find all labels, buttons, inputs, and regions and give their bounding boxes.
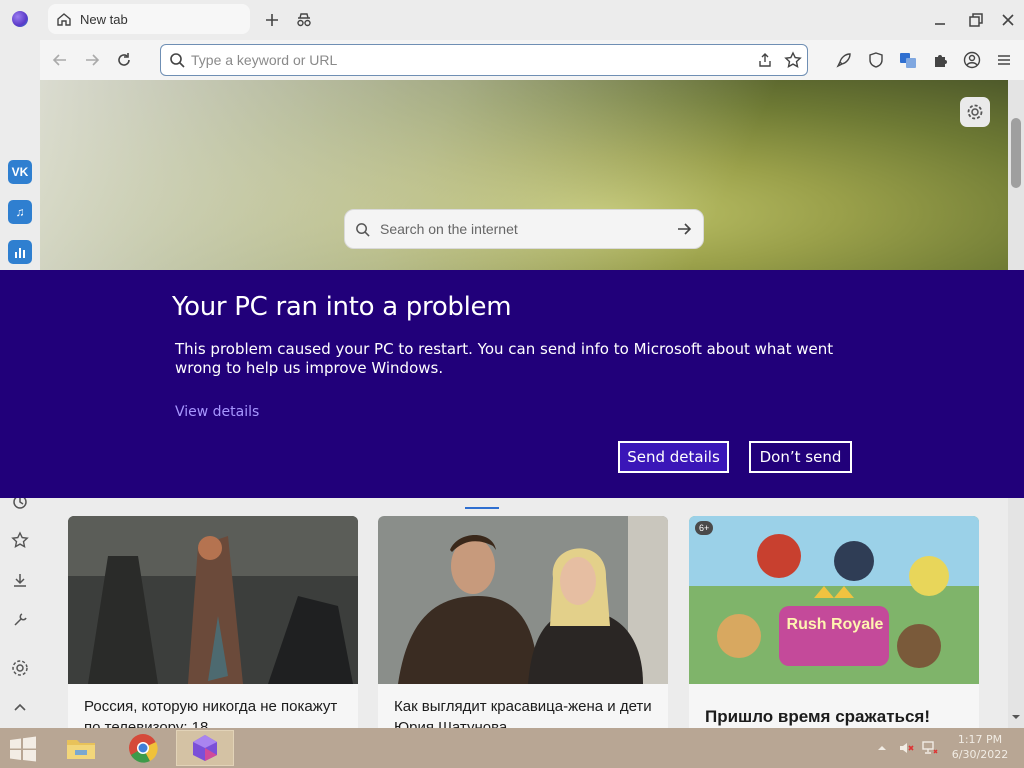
translate-icon[interactable] [896,48,920,72]
chrome-icon[interactable] [114,730,172,766]
volume-muted-icon[interactable] [898,740,914,756]
scrollbar-thumb[interactable] [1011,118,1021,188]
network-icon[interactable] [922,740,938,756]
browser-logo-icon[interactable] [12,11,28,27]
home-icon [57,13,71,26]
clock-time: 1:17 PM [957,733,1003,746]
restore-icon[interactable] [964,8,988,32]
stats-app-icon[interactable] [8,240,32,264]
file-explorer-icon[interactable] [52,730,110,766]
search-go-arrow-icon[interactable] [675,220,693,238]
downloads-icon[interactable] [8,568,32,592]
customize-gear-icon[interactable] [960,97,990,127]
search-placeholder: Search on the internet [380,221,518,237]
taskbar: 1:17 PM 6/30/2022 [0,728,1024,768]
address-toolbar [40,40,1024,80]
bar-chart-icon [15,248,25,258]
age-rating-badge: 6+ [695,521,714,535]
incognito-icon[interactable] [292,8,316,32]
news-card[interactable]: Как выглядит красавица-жена и дети Юрия … [378,516,668,746]
news-image [378,516,668,684]
scroll-down-arrow-icon[interactable] [1011,712,1021,722]
active-browser-app-icon[interactable] [176,730,234,766]
rocket-icon[interactable] [832,48,856,72]
view-details-link[interactable]: View details [175,404,259,420]
collapse-chevron-up-icon[interactable] [8,696,32,720]
error-message: This problem caused your PC to restart. … [175,340,834,377]
share-icon[interactable] [755,50,775,70]
ad-title: Пришло время сражаться! [705,707,931,726]
error-title: Your PC ran into a problem [172,292,512,322]
clock-date: 6/30/2022 [951,748,1009,761]
address-bar[interactable] [160,44,808,76]
tab-new-tab[interactable]: New tab [48,4,250,34]
new-tab-plus-icon[interactable] [260,8,284,32]
news-card[interactable]: Россия, которую никогда не покажут по те… [68,516,358,746]
news-feed: Россия, которую никогда не покажут по те… [40,498,1008,746]
send-details-button[interactable]: Send details [618,441,729,473]
bookmark-star-icon[interactable] [783,50,803,70]
system-clock[interactable]: 1:17 PM 6/30/2022 [950,732,1010,762]
shield-icon[interactable] [864,48,888,72]
profile-avatar-icon[interactable] [960,48,984,72]
bookmarks-star-icon[interactable] [8,528,32,552]
game-ad-image [689,516,979,684]
error-banner: Your PC ran into a problem This problem … [0,270,1024,498]
music-label: ♫ [15,205,25,219]
feed-tab-indicator [465,507,499,509]
forward-arrow-icon[interactable] [80,48,104,72]
vk-label: VK [11,165,29,179]
minimize-icon[interactable] [928,8,952,32]
ad-card[interactable]: 6+ Rush Royale Пришло время сражаться! [689,516,979,746]
windows-start-icon[interactable] [8,736,38,762]
music-app-icon[interactable]: ♫ [8,200,32,224]
reload-icon[interactable] [112,48,136,72]
extensions-puzzle-icon[interactable] [928,48,952,72]
menu-hamburger-icon[interactable] [992,48,1016,72]
address-input[interactable] [191,52,731,68]
game-logo-text: Rush Royale [786,616,884,633]
tray-expand-chevron-icon[interactable] [874,740,890,756]
tab-title: New tab [80,11,128,27]
settings-gear-icon[interactable] [8,656,32,680]
back-arrow-icon[interactable] [48,48,72,72]
search-icon [356,222,370,237]
vk-app-icon[interactable]: VK [8,160,32,184]
new-tab-background: Search on the internet [40,80,1008,270]
news-image [68,516,358,684]
search-icon [170,53,185,68]
dont-send-button[interactable]: Don’t send [749,441,852,473]
tab-strip: New tab [40,0,1024,40]
close-icon[interactable] [996,8,1020,32]
internet-search-box[interactable]: Search on the internet [344,209,704,249]
extensions-tools-icon[interactable] [8,608,32,632]
